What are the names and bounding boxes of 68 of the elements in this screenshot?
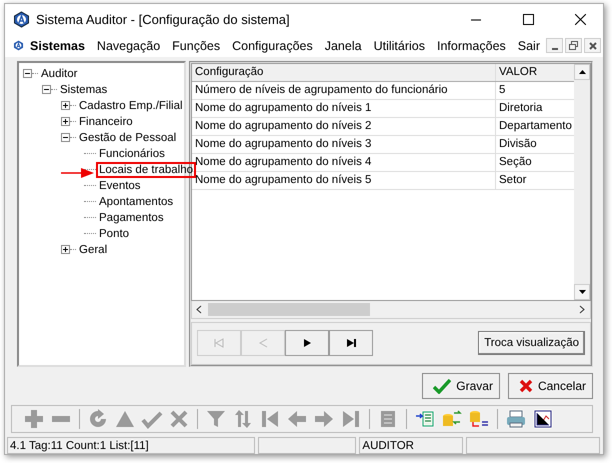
down-arrow-icon[interactable] — [578, 290, 586, 294]
table-cell: Nome do agrupamento do níveis 2 — [192, 118, 496, 135]
tree-item[interactable]: Sistemas — [57, 82, 110, 97]
table-cell-text: Departamento — [498, 119, 573, 134]
checkmark-icon — [433, 378, 452, 394]
table-cell-text: Diretoria — [498, 101, 544, 116]
status-panel: 4.1 Tag:11 Count:1 List:[11] — [7, 437, 255, 454]
collapse-icon[interactable] — [42, 85, 51, 94]
right-triangle-icon — [301, 338, 313, 348]
close-icon — [574, 14, 586, 25]
tree-item[interactable]: Funcionários — [96, 146, 168, 161]
tree-item[interactable]: Locais de trabalho — [96, 162, 196, 178]
horizontal-scrollbar[interactable] — [191, 300, 591, 319]
first-record-icon — [213, 338, 225, 348]
table-cell: Número de níveis de agrupamento do funcionário — [192, 82, 496, 99]
menu-item[interactable]: Navegação — [90, 38, 166, 53]
restore-icon — [569, 41, 578, 50]
tree-item[interactable]: Geral — [76, 242, 110, 257]
next-record-button[interactable] — [285, 330, 329, 356]
tree-item[interactable]: Apontamentos — [96, 194, 176, 209]
column-header[interactable]: VALOR — [496, 64, 574, 81]
tree-item[interactable]: Ponto — [96, 226, 132, 241]
toggle-view-button[interactable]: Troca visualização — [478, 331, 585, 356]
close-icon — [588, 42, 596, 50]
table-cell: Nome do agrupamento do níveis 5 — [192, 172, 496, 189]
tree-item[interactable]: Financeiro — [76, 114, 136, 129]
cross-icon — [518, 378, 533, 393]
menu-item[interactable]: Utilitários — [368, 38, 431, 53]
tree-item[interactable]: Auditor — [38, 66, 80, 81]
menu-item[interactable]: Janela — [318, 38, 368, 53]
printer-icon[interactable] — [504, 408, 528, 430]
table-cell: Nome do agrupamento do níveis 1 — [192, 100, 496, 117]
table-cell: Nome do agrupamento do níveis 4 — [192, 154, 496, 171]
status-panel: AUDITOR — [359, 437, 464, 454]
last-record-icon — [345, 338, 357, 348]
table-cell-text: Setor — [498, 173, 528, 188]
minimize-button[interactable] — [546, 38, 563, 54]
vertical-scrollbar[interactable] — [574, 64, 590, 300]
menu-item[interactable]: Sistemas — [24, 38, 91, 53]
app-logo-icon — [13, 11, 30, 28]
close-button[interactable] — [584, 38, 601, 54]
save-button[interactable]: Gravar — [422, 372, 500, 399]
maximize-icon — [522, 14, 534, 25]
tree-item[interactable]: Pagamentos — [96, 210, 167, 225]
up-arrow-icon[interactable] — [578, 70, 586, 74]
menu-item[interactable]: Sair — [512, 38, 546, 53]
tree-item[interactable]: Eventos — [96, 178, 144, 193]
minimize-icon — [552, 48, 558, 50]
window-title: Sistema Auditor - [Configuração do sistema] — [36, 12, 291, 27]
arrow-icon — [61, 168, 94, 178]
table-cell-text: Seção — [498, 155, 533, 170]
expand-icon[interactable] — [61, 117, 70, 126]
last-record-button[interactable] — [329, 330, 373, 356]
restore-button[interactable] — [565, 38, 582, 54]
column-header[interactable]: Configuração — [192, 64, 496, 81]
table-cell-text: Divisão — [498, 137, 538, 152]
collapse-icon[interactable] — [23, 69, 32, 78]
menu-item[interactable]: Informações — [430, 38, 512, 53]
menu-item[interactable]: Funções — [166, 38, 226, 53]
expand-icon[interactable] — [61, 245, 70, 254]
expand-icon[interactable] — [61, 101, 70, 110]
table-cell-text: 5 — [498, 83, 506, 98]
cancel-button[interactable]: Cancelar — [508, 372, 593, 399]
table-cell: Nome do agrupamento do níveis 3 — [192, 136, 496, 153]
tree-item[interactable]: Cadastro Emp./Filial — [76, 98, 186, 113]
menu-item[interactable]: Configurações — [226, 38, 319, 53]
collapse-icon[interactable] — [61, 133, 70, 142]
tree-item[interactable]: Gestão de Pessoal — [76, 130, 180, 145]
